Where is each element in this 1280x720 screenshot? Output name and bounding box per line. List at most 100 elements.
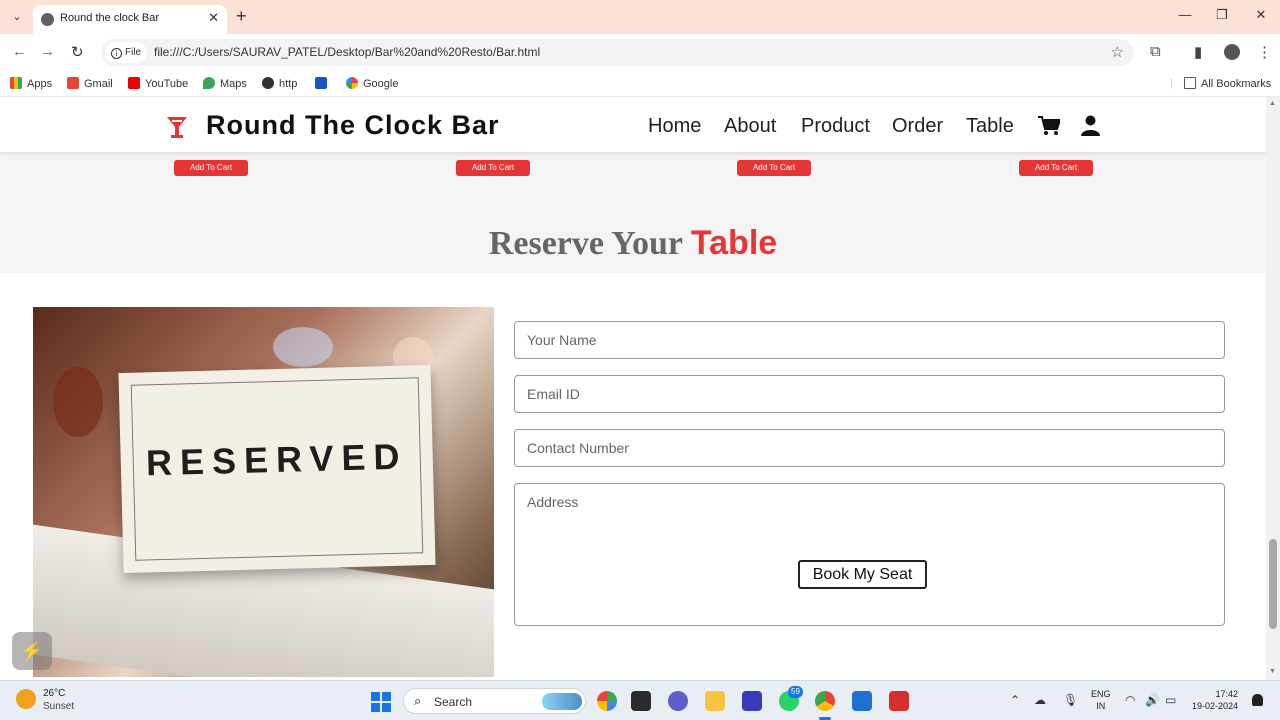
add-to-cart-button[interactable]: Add To Cart <box>174 160 248 176</box>
search-label: Search <box>434 695 473 709</box>
gmail-icon <box>67 77 79 89</box>
battery-icon[interactable]: ▭ <box>1165 693 1176 707</box>
scroll-up-icon[interactable]: ▲ <box>1269 100 1276 107</box>
browser-tab-strip: ⌄ Round the clock Bar ✕ + — ❐ ✕ <box>0 0 1280 34</box>
email-field[interactable]: Email ID <box>514 375 1225 413</box>
bokeh-light <box>53 367 103 437</box>
brand-name[interactable]: Round The Clock Bar <box>206 110 500 141</box>
minimize-icon[interactable]: — <box>1170 7 1200 22</box>
url-text[interactable]: file:///C:/Users/SAURAV_PATEL/Desktop/Ba… <box>154 45 540 59</box>
bookmark-gmail[interactable]: Gmail <box>67 77 113 90</box>
microphone-icon[interactable]: 🎙 <box>1063 693 1078 707</box>
floating-action-icon[interactable]: ⚡ <box>12 632 52 670</box>
teams-chat-icon[interactable] <box>668 691 688 711</box>
cocktail-glass-icon <box>167 117 187 138</box>
bookmark-http[interactable]: http <box>262 77 297 90</box>
book-my-seat-button[interactable]: Book My Seat <box>798 560 927 589</box>
bookmarks-bar: Apps Gmail YouTube Maps http Google | Al… <box>0 71 1280 97</box>
back-icon[interactable]: ← <box>12 43 27 60</box>
add-to-cart-button[interactable]: Add To Cart <box>737 160 811 176</box>
editor-app-icon[interactable] <box>742 691 762 711</box>
section-title-main: Reserve Your <box>488 225 683 262</box>
tab-search-icon[interactable]: ⌄ <box>8 8 26 26</box>
taskbar-search[interactable]: ⌕ Search <box>403 688 586 714</box>
bookmark-star-icon[interactable]: ☆ <box>1111 43 1124 61</box>
copilot-icon[interactable] <box>597 691 617 711</box>
profile-avatar[interactable] <box>1224 44 1240 60</box>
folder-icon <box>1184 77 1196 89</box>
restore-icon[interactable]: ❐ <box>1207 7 1237 23</box>
bookmark-youtube[interactable]: YouTube <box>128 77 188 90</box>
youtube-icon <box>128 77 140 89</box>
bookmark-apps[interactable]: Apps <box>10 77 52 90</box>
nav-order[interactable]: Order <box>892 115 943 138</box>
nav-about[interactable]: About <box>724 115 776 138</box>
chrome-icon[interactable] <box>815 691 835 711</box>
onedrive-icon[interactable]: ☁ <box>1034 693 1046 707</box>
search-highlight-image <box>542 693 582 710</box>
globe-icon <box>262 77 274 89</box>
nav-product[interactable]: Product <box>801 115 870 138</box>
reload-icon[interactable]: ↻ <box>71 43 84 61</box>
bookmark-google[interactable]: Google <box>346 77 398 90</box>
wifi-icon[interactable]: ◠ <box>1125 693 1135 707</box>
reserved-sign-image: RESERVED <box>33 307 494 677</box>
browser-tab[interactable]: Round the clock Bar ✕ <box>33 5 227 34</box>
site-info-chip[interactable]: i File <box>105 42 147 63</box>
scrollbar-thumb[interactable] <box>1269 539 1277 629</box>
whatsapp-badge: 59 <box>788 686 803 698</box>
add-to-cart-button[interactable]: Add To Cart <box>456 160 530 176</box>
apps-grid-icon <box>10 77 22 89</box>
tray-chevron-icon[interactable]: ⌃ <box>1010 693 1020 707</box>
clock[interactable]: 17:42 19-02-2024 <box>1192 688 1238 712</box>
reserved-card: RESERVED <box>118 364 436 574</box>
cart-icon[interactable] <box>1038 116 1060 136</box>
acrobat-icon[interactable] <box>889 691 909 711</box>
weather-sun-icon[interactable] <box>16 689 36 709</box>
file-explorer-icon[interactable] <box>705 691 725 711</box>
all-bookmarks[interactable]: All Bookmarks <box>1184 77 1271 90</box>
section-title-accent: Table <box>690 224 778 262</box>
store-icon[interactable] <box>852 691 872 711</box>
globe-icon <box>41 13 54 26</box>
nav-home[interactable]: Home <box>648 115 701 138</box>
page-scrollbar[interactable]: ▲ ▼ <box>1266 97 1280 680</box>
weather-temperature[interactable]: 26°C <box>43 688 65 699</box>
taskbar: 26°C Sunset ⌕ Search 59 ⌃ ☁ 🎙 ENG IN ◠ 🔊… <box>0 680 1280 720</box>
info-icon: i <box>111 48 122 59</box>
window-close-icon[interactable]: ✕ <box>1246 7 1276 23</box>
section-title: Reserve Your Table <box>0 224 1266 263</box>
bookmark-unnamed[interactable] <box>315 77 332 90</box>
clock-time: 17:42 <box>1215 689 1239 699</box>
extensions-icon[interactable]: ⧉ <box>1150 43 1161 60</box>
site-header: Round The Clock Bar Home About Product O… <box>0 97 1266 152</box>
clock-date: 19-02-2024 <box>1192 701 1239 711</box>
bookmark-favicon-icon <box>315 77 327 89</box>
reservation-section: RESERVED Your Name Email ID Contact Numb… <box>0 273 1266 680</box>
contact-number-field[interactable]: Contact Number <box>514 429 1225 467</box>
tab-title: Round the clock Bar <box>60 12 160 24</box>
notification-bell-icon[interactable] <box>1252 694 1263 706</box>
address-textarea[interactable]: Address <box>514 483 1225 626</box>
windows-start-icon[interactable] <box>371 692 391 712</box>
bokeh-light <box>273 327 333 367</box>
name-field[interactable]: Your Name <box>514 321 1225 359</box>
language-indicator[interactable]: ENG IN <box>1091 688 1111 712</box>
forward-icon[interactable]: → <box>40 43 55 60</box>
bookmark-maps[interactable]: Maps <box>203 77 247 90</box>
google-icon <box>346 77 358 89</box>
scroll-down-icon[interactable]: ▼ <box>1269 668 1276 675</box>
menu-kebab-icon[interactable]: ⋮ <box>1257 43 1272 61</box>
side-panel-icon[interactable]: ▮ <box>1194 43 1202 61</box>
weather-description[interactable]: Sunset <box>43 701 74 712</box>
volume-icon[interactable]: 🔊 <box>1145 693 1160 707</box>
add-to-cart-button[interactable]: Add To Cart <box>1019 160 1093 176</box>
address-bar[interactable]: i File file:///C:/Users/SAURAV_PATEL/Desk… <box>101 39 1134 66</box>
nav-table[interactable]: Table <box>966 115 1014 138</box>
page-viewport: Round The Clock Bar Home About Product O… <box>0 97 1266 680</box>
task-view-icon[interactable] <box>631 691 651 711</box>
new-tab-icon[interactable]: + <box>236 6 247 27</box>
search-icon: ⌕ <box>414 693 422 708</box>
user-icon[interactable] <box>1081 115 1100 136</box>
tab-close-icon[interactable]: ✕ <box>208 10 219 26</box>
